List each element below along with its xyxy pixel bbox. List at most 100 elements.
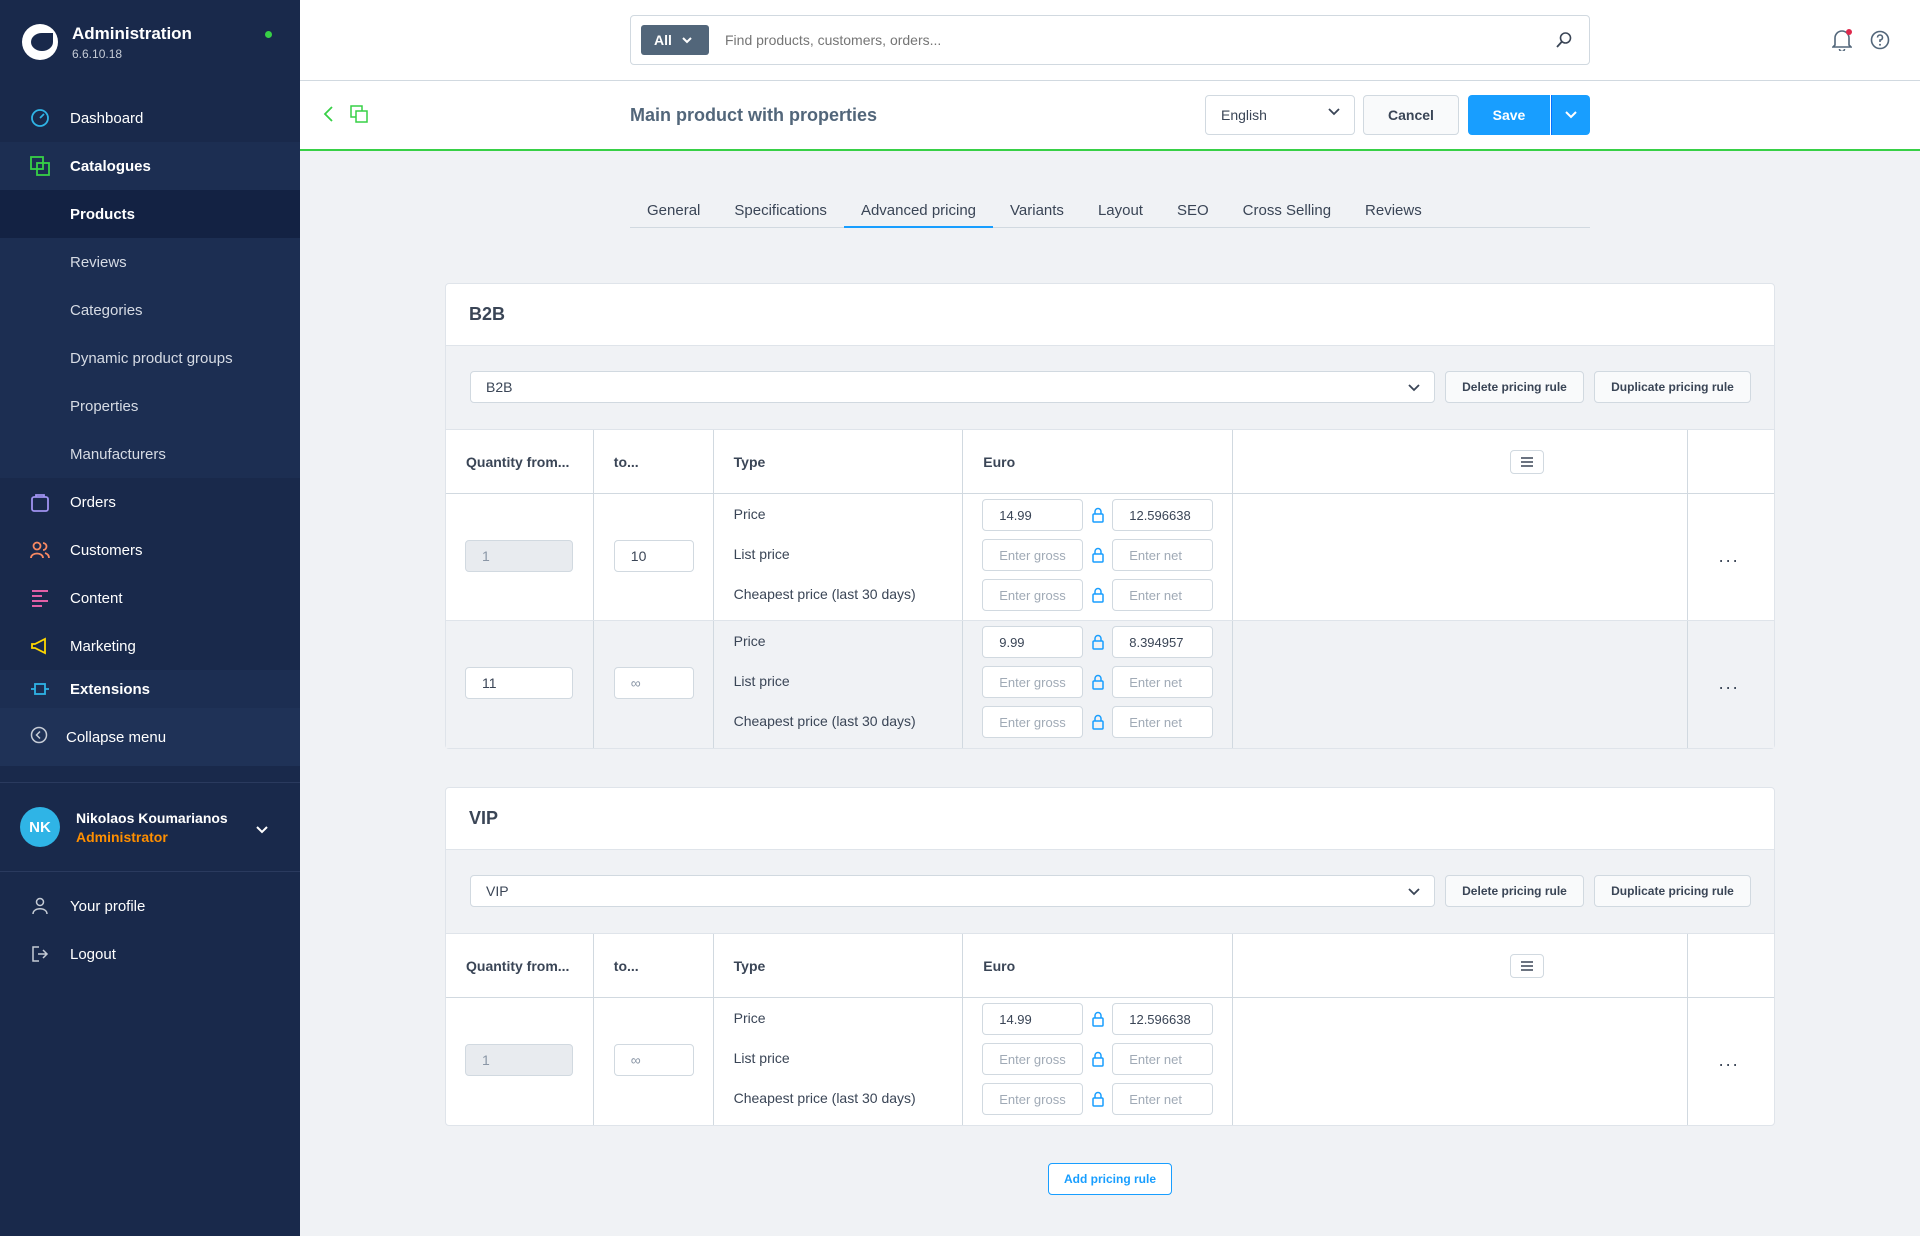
row-more-button[interactable]: ··· [1718, 1054, 1739, 1075]
sidebar-item-marketing[interactable]: Marketing [0, 622, 300, 670]
your-profile-link[interactable]: Your profile [0, 882, 300, 930]
add-pricing-rule-button[interactable]: Add pricing rule [1048, 1163, 1172, 1195]
card-title: B2B [446, 284, 1774, 346]
quantity-to-input[interactable]: ∞ [613, 667, 694, 699]
tab-specifications[interactable]: Specifications [717, 196, 844, 228]
rule-select[interactable]: B2B [470, 371, 1435, 403]
cheapest-price-net-input[interactable]: Enter net [1112, 706, 1214, 738]
tab-cross-selling[interactable]: Cross Selling [1226, 196, 1348, 228]
tab-seo[interactable]: SEO [1160, 196, 1226, 228]
user-menu[interactable]: NK Nikolaos Koumarianos Administrator [0, 782, 300, 872]
sidebar-item-extensions[interactable]: Extensions [0, 670, 300, 708]
rule-select[interactable]: VIP [470, 875, 1435, 907]
cheapest-price-gross-input[interactable]: Enter gross [982, 706, 1084, 738]
sidebar-item-customers[interactable]: Customers [0, 526, 300, 574]
lock-icon[interactable] [1091, 507, 1105, 523]
logout-icon [30, 945, 50, 963]
list-price-gross-input[interactable]: Enter gross [982, 1043, 1084, 1075]
sidebar-item-products[interactable]: Products [0, 190, 300, 238]
column-menu-button[interactable] [1510, 450, 1544, 474]
type-list-price-label: List price [733, 1050, 790, 1066]
column-menu-button[interactable] [1510, 954, 1544, 978]
col-quantity-to: to... [594, 934, 714, 997]
search-scope-dropdown[interactable]: All [641, 25, 709, 55]
lock-icon[interactable] [1091, 1011, 1105, 1027]
back-arrow-icon[interactable] [322, 105, 334, 127]
quantity-to-input[interactable]: ∞ [613, 1044, 694, 1076]
cheapest-price-gross-input[interactable]: Enter gross [982, 579, 1084, 611]
tab-advanced-pricing[interactable]: Advanced pricing [843, 196, 994, 228]
notifications-bell-icon[interactable] [1831, 29, 1853, 55]
help-icon[interactable] [1870, 30, 1890, 54]
chevron-down-icon[interactable] [256, 821, 268, 838]
list-price-net-input[interactable]: Enter net [1112, 1043, 1214, 1075]
quantity-to-input[interactable]: 10 [613, 540, 694, 572]
catalogues-icon [30, 156, 50, 176]
price-net-input[interactable]: 12.596638 [1112, 1003, 1214, 1035]
collapse-menu-button[interactable]: Collapse menu [0, 708, 300, 766]
your-profile-label: Your profile [70, 897, 146, 915]
sidebar-item-dashboard[interactable]: Dashboard [0, 94, 300, 142]
tab-variants[interactable]: Variants [993, 196, 1081, 228]
quantity-from-input[interactable]: 11 [465, 667, 573, 699]
sidebar-item-label: Catalogues [70, 157, 151, 175]
price-net-input[interactable]: 8.394957 [1112, 626, 1214, 658]
save-options-button[interactable] [1551, 95, 1590, 135]
language-select[interactable]: English [1205, 95, 1355, 135]
chevron-down-icon [1408, 888, 1420, 896]
top-bar: All [300, 0, 1920, 81]
rule-bar: B2B Delete pricing rule Duplicate pricin… [446, 346, 1774, 430]
duplicate-pricing-rule-button[interactable]: Duplicate pricing rule [1594, 875, 1751, 907]
sidebar-item-orders[interactable]: Orders [0, 478, 300, 526]
list-price-gross-input[interactable]: Enter gross [982, 539, 1084, 571]
sidebar-item-label: Extensions [70, 680, 151, 698]
orders-icon [30, 492, 50, 512]
sidebar-item-content[interactable]: Content [0, 574, 300, 622]
lock-icon[interactable] [1091, 587, 1105, 603]
sidebar-item-dynamic-product-groups[interactable]: Dynamic product groups [0, 334, 300, 382]
delete-pricing-rule-button[interactable]: Delete pricing rule [1445, 371, 1584, 403]
col-quantity-to: to... [594, 430, 714, 493]
tab-general[interactable]: General [630, 196, 717, 228]
sidebar-item-catalogues[interactable]: Catalogues [0, 142, 300, 190]
quantity-from-input: 1 [465, 1044, 573, 1076]
logout-label: Logout [70, 945, 116, 963]
sidebar-item-properties[interactable]: Properties [0, 382, 300, 430]
search-icon[interactable] [1555, 31, 1573, 53]
duplicate-pricing-rule-button[interactable]: Duplicate pricing rule [1594, 371, 1751, 403]
sidebar-item-reviews[interactable]: Reviews [0, 238, 300, 286]
lock-icon[interactable] [1091, 547, 1105, 563]
copy-icon[interactable] [350, 105, 368, 127]
tab-layout[interactable]: Layout [1081, 196, 1160, 228]
lock-icon[interactable] [1091, 714, 1105, 730]
lock-icon[interactable] [1091, 634, 1105, 650]
sidebar-item-categories[interactable]: Categories [0, 286, 300, 334]
price-gross-input[interactable]: 14.99 [982, 499, 1084, 531]
price-net-input[interactable]: 12.596638 [1112, 499, 1214, 531]
cheapest-price-gross-input[interactable]: Enter gross [982, 1083, 1084, 1115]
cheapest-price-net-input[interactable]: Enter net [1112, 1083, 1214, 1115]
sidebar-item-manufacturers[interactable]: Manufacturers [0, 430, 300, 478]
delete-pricing-rule-button[interactable]: Delete pricing rule [1445, 875, 1584, 907]
row-more-button[interactable]: ··· [1718, 677, 1739, 698]
cheapest-price-net-input[interactable]: Enter net [1112, 579, 1214, 611]
tab-reviews[interactable]: Reviews [1348, 196, 1439, 228]
list-price-net-input[interactable]: Enter net [1112, 666, 1214, 698]
list-price-net-input[interactable]: Enter net [1112, 539, 1214, 571]
search-input[interactable] [725, 32, 1525, 48]
price-gross-input[interactable]: 14.99 [982, 1003, 1084, 1035]
cancel-button[interactable]: Cancel [1363, 95, 1459, 135]
global-search: All [630, 15, 1590, 65]
list-price-gross-input[interactable]: Enter gross [982, 666, 1084, 698]
save-button[interactable]: Save [1468, 95, 1550, 135]
smart-bar: Main product with properties English Can… [300, 81, 1920, 151]
app-version: 6.6.10.18 [72, 46, 123, 61]
customers-icon [30, 540, 50, 560]
row-more-button[interactable]: ··· [1718, 550, 1739, 571]
lock-icon[interactable] [1091, 1051, 1105, 1067]
logout-link[interactable]: Logout [0, 930, 300, 978]
lock-icon[interactable] [1091, 674, 1105, 690]
sidebar-item-label: Orders [70, 493, 116, 511]
lock-icon[interactable] [1091, 1091, 1105, 1107]
price-gross-input[interactable]: 9.99 [982, 626, 1084, 658]
